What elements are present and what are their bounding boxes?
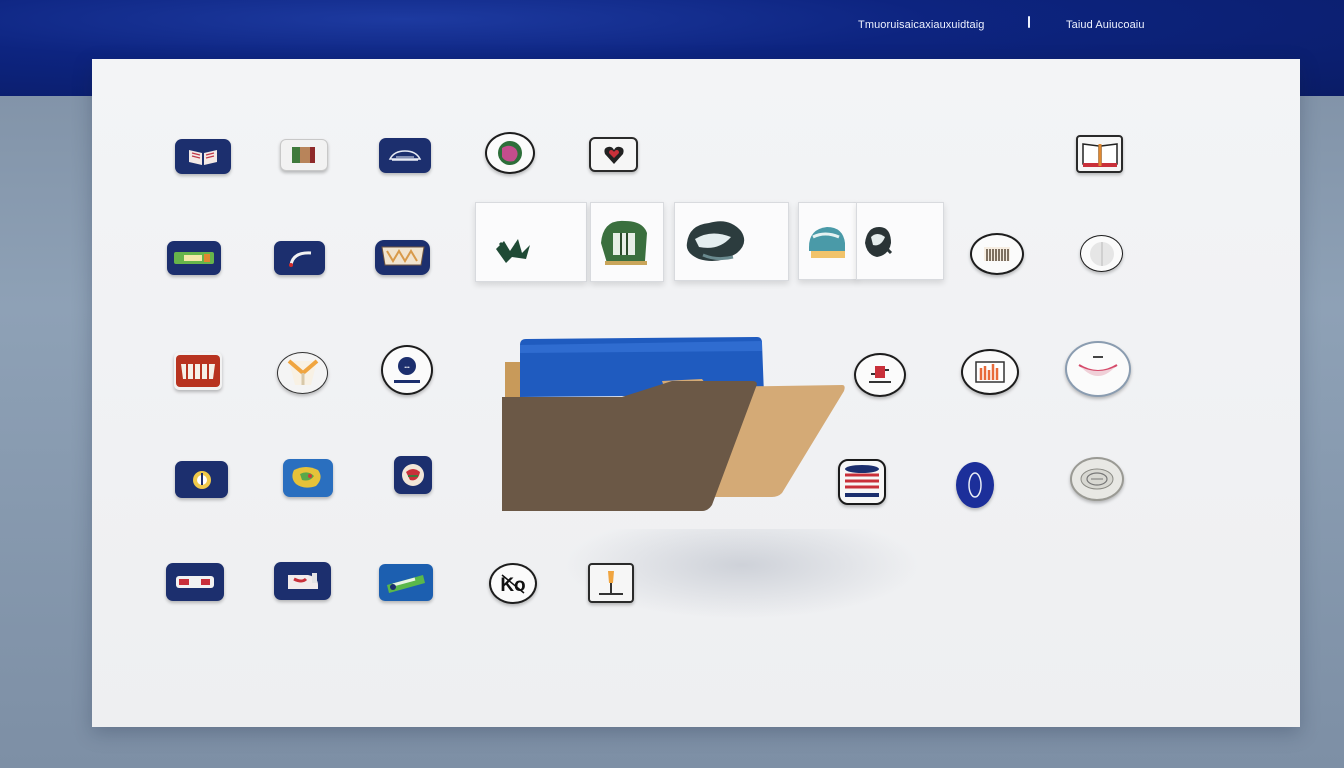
badge-icon[interactable]: ••• <box>381 345 433 395</box>
preview-card[interactable] <box>856 202 944 280</box>
desktop-canvas: ••• Ko <box>92 59 1300 727</box>
stamp-icon[interactable] <box>854 353 906 397</box>
forest-art-icon <box>601 220 647 265</box>
status-icon <box>1026 16 1032 32</box>
camera-icon[interactable] <box>175 461 228 498</box>
stone-art-icon <box>865 227 893 257</box>
scarf-icon[interactable] <box>277 352 328 394</box>
wave-art-icon <box>809 227 845 258</box>
preview-card[interactable] <box>798 202 858 280</box>
bridge-icon[interactable] <box>375 240 430 275</box>
piano-icon[interactable] <box>970 233 1024 275</box>
cloud-art-icon <box>686 221 745 261</box>
boot-icon[interactable] <box>274 562 331 600</box>
ring-icon[interactable] <box>956 462 994 508</box>
pencil-case-icon[interactable] <box>379 564 433 601</box>
bar-chart-icon[interactable] <box>961 349 1019 395</box>
heart-icon[interactable] <box>589 137 638 172</box>
svg-text:Ko: Ko <box>500 575 525 596</box>
bowl-icon[interactable] <box>1065 341 1131 397</box>
top-bar-account[interactable]: Taiud Auiucoaiu <box>1066 19 1145 31</box>
vehicle-icon[interactable] <box>379 138 431 173</box>
svg-text:•••: ••• <box>404 365 410 371</box>
open-book-icon[interactable] <box>1076 135 1123 173</box>
drum-icon[interactable] <box>838 459 886 505</box>
leaf-art-icon <box>496 239 530 263</box>
dentures-icon[interactable] <box>174 352 222 390</box>
preview-card[interactable] <box>475 202 587 282</box>
logo-icon[interactable]: Ko <box>489 563 537 604</box>
bus-icon[interactable] <box>166 563 224 601</box>
book-icon[interactable] <box>175 139 231 174</box>
coin-icon[interactable] <box>1070 457 1124 501</box>
preview-card[interactable] <box>674 202 789 281</box>
preview-card[interactable] <box>590 202 664 282</box>
disc-icon[interactable] <box>1080 235 1123 272</box>
folder-icon[interactable] <box>502 335 847 515</box>
globe-icon[interactable] <box>485 132 535 174</box>
phone-icon[interactable] <box>274 241 325 275</box>
map-icon[interactable] <box>283 459 333 497</box>
battery-icon[interactable] <box>280 139 328 171</box>
top-bar-title: Tmuoruisaicaxiauxuidtaig <box>858 19 985 31</box>
torch-icon[interactable] <box>588 563 634 603</box>
gift-icon[interactable] <box>394 456 432 494</box>
ticket-icon[interactable] <box>167 241 221 275</box>
